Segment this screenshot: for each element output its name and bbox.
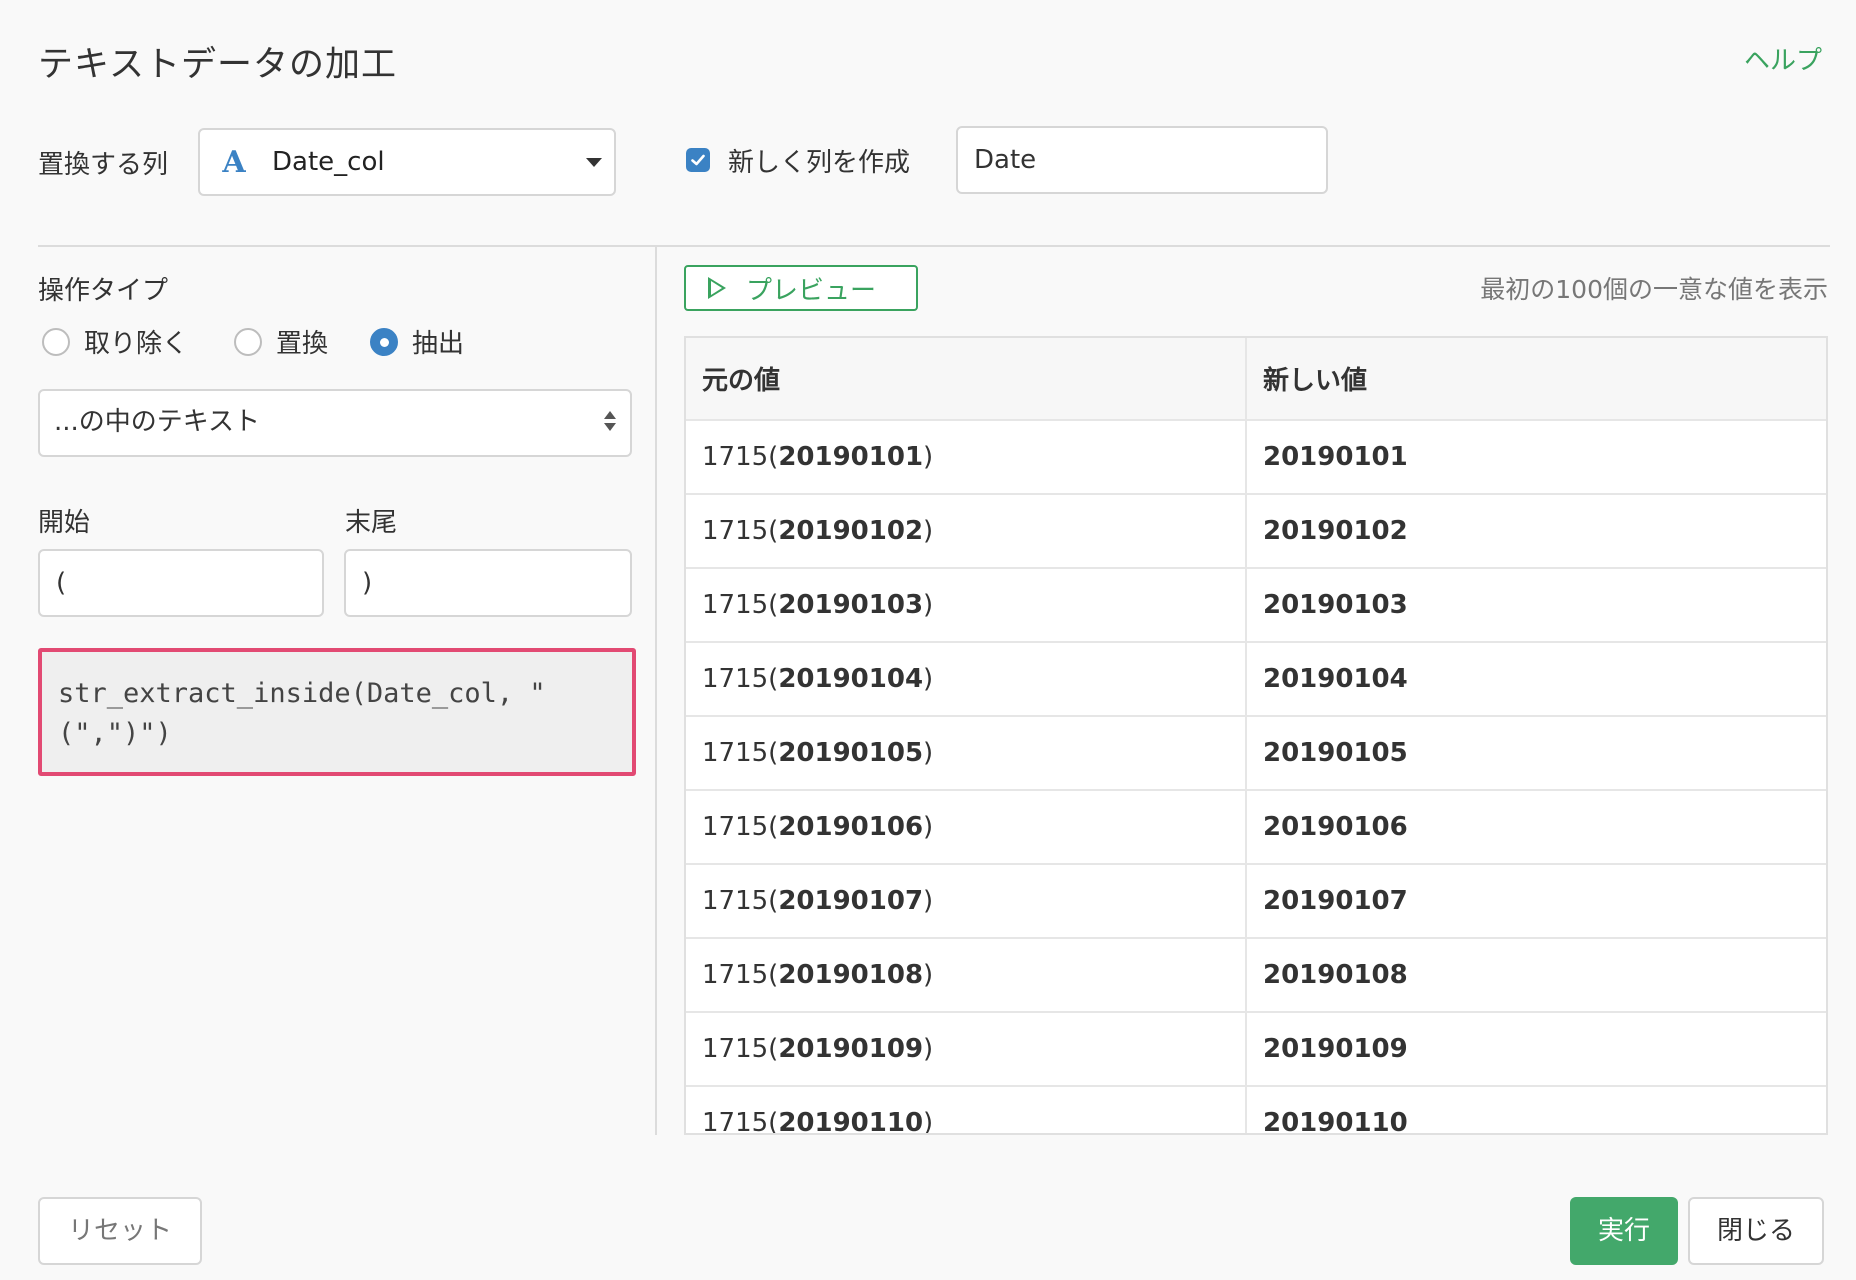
- run-button[interactable]: 実行: [1570, 1197, 1678, 1265]
- sort-updown-icon: [604, 411, 618, 431]
- table-row: 1715(20190109) 20190109: [686, 1012, 1826, 1087]
- help-link[interactable]: ヘルプ: [1744, 40, 1822, 77]
- new-value-cell: 20190101: [1246, 420, 1826, 495]
- table-row: 1715(20190101) 20190101: [686, 420, 1826, 495]
- original-value-cell: 1715(20190106): [686, 790, 1247, 865]
- check-icon: [691, 154, 705, 166]
- extracted-part: 20190103: [778, 590, 924, 620]
- radio-extract[interactable]: [370, 328, 398, 356]
- value-prefix: 1715(: [702, 590, 779, 620]
- extracted-part: 20190105: [778, 738, 924, 768]
- preview-table[interactable]: 元の値 新しい値 1715(20190101) 20190101 1715(2019…: [684, 336, 1828, 1135]
- radio-replace[interactable]: [234, 328, 262, 356]
- new-value-cell: 20190107: [1246, 864, 1826, 939]
- preview-button-label: プレビュー: [746, 275, 877, 306]
- play-icon: [708, 277, 726, 299]
- value-prefix: 1715(: [702, 886, 779, 916]
- caret-down-icon: [586, 158, 602, 167]
- extracted-part: 20190110: [778, 1108, 924, 1135]
- value-suffix: ): [923, 812, 934, 842]
- value-suffix: ): [923, 590, 934, 620]
- value-prefix: 1715(: [702, 738, 779, 768]
- extract-mode-select[interactable]: ...の中のテキスト: [38, 389, 632, 457]
- original-value-cell: 1715(20190108): [686, 938, 1247, 1013]
- table-row: 1715(20190110) 20190110: [686, 1086, 1826, 1135]
- value-prefix: 1715(: [702, 812, 779, 842]
- close-button[interactable]: 閉じる: [1688, 1197, 1824, 1265]
- value-suffix: ): [923, 516, 934, 546]
- value-prefix: 1715(: [702, 516, 779, 546]
- radio-replace-label[interactable]: 置換: [276, 323, 328, 360]
- original-value-cell: 1715(20190105): [686, 716, 1247, 791]
- column-header-new: 新しい値: [1246, 338, 1826, 421]
- new-column-checkbox[interactable]: [686, 148, 710, 172]
- value-prefix: 1715(: [702, 1108, 779, 1135]
- preview-button[interactable]: プレビュー: [684, 265, 918, 311]
- section-divider: [38, 245, 1830, 247]
- original-value-cell: 1715(20190110): [686, 1086, 1247, 1135]
- extracted-part: 20190102: [778, 516, 924, 546]
- table-row: 1715(20190102) 20190102: [686, 494, 1826, 569]
- original-value-cell: 1715(20190101): [686, 420, 1247, 495]
- table-row: 1715(20190104) 20190104: [686, 642, 1826, 717]
- value-suffix: ): [923, 442, 934, 472]
- new-column-name-input[interactable]: [956, 126, 1328, 194]
- extracted-part: 20190109: [778, 1034, 924, 1064]
- table-row: 1715(20190107) 20190107: [686, 864, 1826, 939]
- new-column-label: 新しく列を作成: [728, 148, 911, 178]
- new-value-cell: 20190108: [1246, 938, 1826, 1013]
- value-prefix: 1715(: [702, 664, 779, 694]
- original-value-cell: 1715(20190104): [686, 642, 1247, 717]
- extracted-part: 20190107: [778, 886, 924, 916]
- value-prefix: 1715(: [702, 960, 779, 990]
- extracted-part: 20190101: [778, 442, 924, 472]
- table-row: 1715(20190105) 20190105: [686, 716, 1826, 791]
- new-value-cell: 20190105: [1246, 716, 1826, 791]
- table-row: 1715(20190103) 20190103: [686, 568, 1826, 643]
- panel-divider: [655, 247, 657, 1135]
- radio-remove-label[interactable]: 取り除く: [84, 323, 188, 360]
- extracted-part: 20190104: [778, 664, 924, 694]
- value-suffix: ): [923, 960, 934, 990]
- value-suffix: ): [923, 664, 934, 694]
- start-input[interactable]: [38, 549, 324, 617]
- original-value-cell: 1715(20190103): [686, 568, 1247, 643]
- reset-button[interactable]: リセット: [38, 1197, 202, 1265]
- original-value-cell: 1715(20190107): [686, 864, 1247, 939]
- original-value-cell: 1715(20190102): [686, 494, 1247, 569]
- extract-mode-value: ...の中のテキスト: [54, 407, 261, 437]
- generated-code: str_extract_inside(Date_col, "(",")"): [38, 648, 636, 776]
- new-value-cell: 20190104: [1246, 642, 1826, 717]
- table-row: 1715(20190108) 20190108: [686, 938, 1826, 1013]
- extracted-part: 20190106: [778, 812, 924, 842]
- table-row: 1715(20190106) 20190106: [686, 790, 1826, 865]
- column-header-original: 元の値: [686, 338, 1247, 421]
- new-value-cell: 20190109: [1246, 1012, 1826, 1087]
- start-label: 開始: [38, 508, 91, 538]
- original-value-cell: 1715(20190109): [686, 1012, 1247, 1087]
- operation-type-label: 操作タイプ: [38, 276, 169, 306]
- value-suffix: ): [923, 1034, 934, 1064]
- value-suffix: ): [923, 738, 934, 768]
- extracted-part: 20190108: [778, 960, 924, 990]
- value-suffix: ): [923, 886, 934, 916]
- radio-extract-label[interactable]: 抽出: [412, 323, 464, 360]
- dialog-title: テキストデータの加工: [38, 45, 397, 85]
- radio-remove[interactable]: [42, 328, 70, 356]
- new-value-cell: 20190103: [1246, 568, 1826, 643]
- end-label: 末尾: [345, 508, 398, 538]
- value-prefix: 1715(: [702, 1034, 779, 1064]
- value-suffix: ): [923, 1108, 934, 1135]
- replace-column-label: 置換する列: [38, 150, 169, 180]
- new-value-cell: 20190102: [1246, 494, 1826, 569]
- preview-note: 最初の100個の一意な値を表示: [1480, 275, 1828, 304]
- text-type-icon: A: [222, 144, 246, 180]
- replace-column-value: Date_col: [272, 147, 385, 177]
- replace-column-select[interactable]: A Date_col: [198, 128, 616, 196]
- end-input[interactable]: [344, 549, 632, 617]
- new-value-cell: 20190106: [1246, 790, 1826, 865]
- new-value-cell: 20190110: [1246, 1086, 1826, 1133]
- value-prefix: 1715(: [702, 442, 779, 472]
